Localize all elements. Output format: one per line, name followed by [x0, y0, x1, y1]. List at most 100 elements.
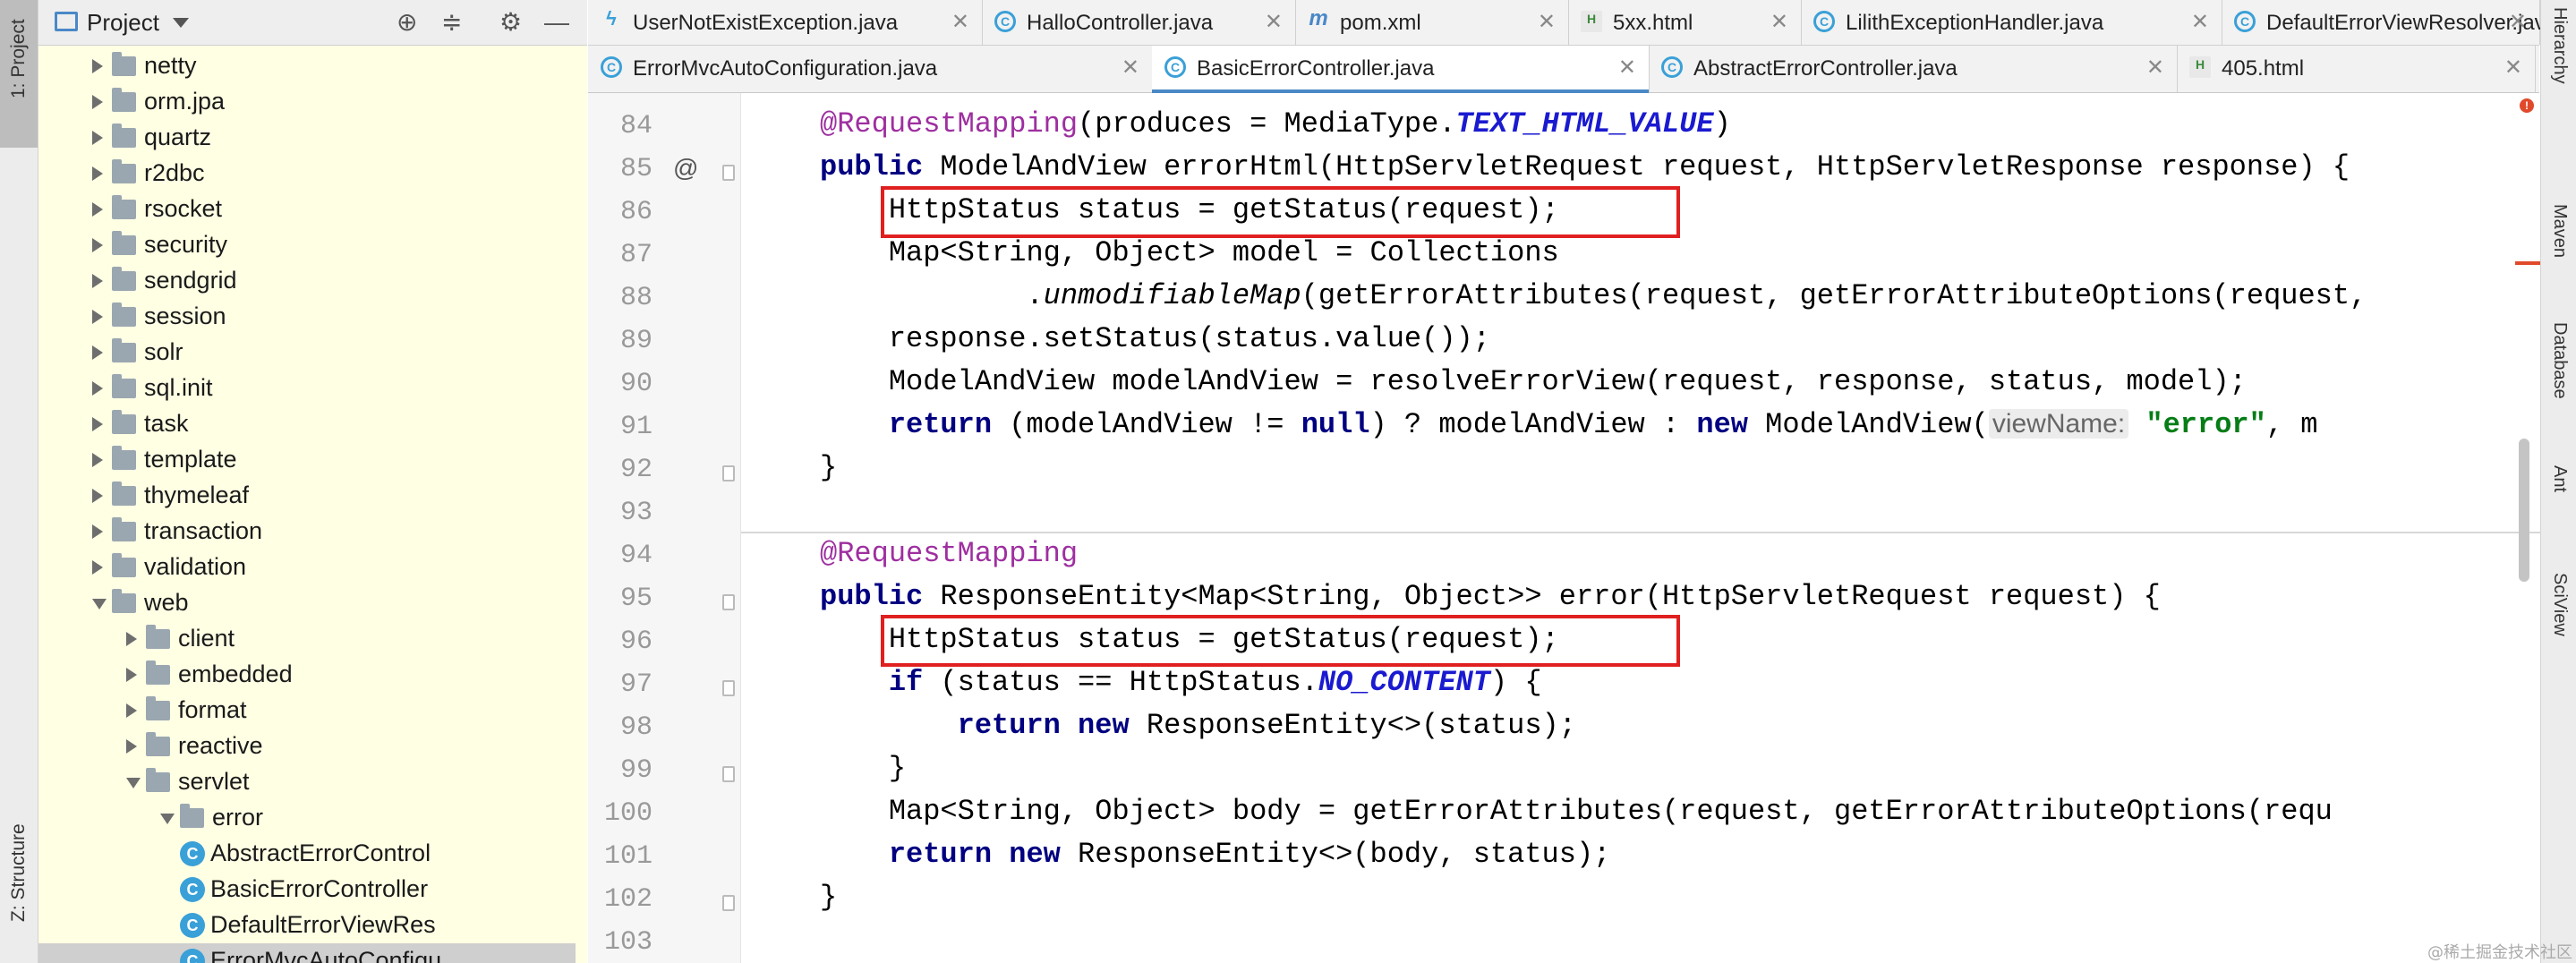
code-line[interactable]: public ResponseEntity<Map<String, Object… [820, 580, 2161, 613]
chevron-right-icon[interactable] [92, 95, 103, 109]
tree-item-r2dbc[interactable]: r2dbc [38, 156, 576, 192]
chevron-right-icon[interactable] [126, 668, 137, 682]
chevron-right-icon[interactable] [92, 59, 103, 73]
chevron-down-icon[interactable] [92, 599, 107, 609]
code-line[interactable]: return new ResponseEntity<>(status); [820, 709, 1576, 742]
line-number[interactable]: 93 [588, 498, 653, 528]
code-line[interactable]: return new ResponseEntity<>(body, status… [820, 838, 1611, 871]
tree-item-sql-init[interactable]: sql.init [38, 371, 576, 406]
code-line[interactable]: Map<String, Object> model = Collections [820, 236, 1559, 269]
line-number[interactable]: 100 [588, 798, 653, 829]
fold-marker-icon[interactable] [722, 895, 735, 911]
line-number[interactable]: 90 [588, 369, 653, 399]
line-number[interactable]: 103 [588, 927, 653, 958]
code-line[interactable]: ModelAndView modelAndView = resolveError… [820, 365, 2247, 398]
line-number[interactable]: 91 [588, 412, 653, 442]
chevron-down-icon[interactable] [173, 18, 189, 28]
tree-item-thymeleaf[interactable]: thymeleaf [38, 478, 576, 514]
close-icon[interactable]: ✕ [2504, 55, 2522, 81]
hide-panel-icon[interactable]: — [544, 9, 569, 36]
close-icon[interactable]: ✕ [1618, 55, 1636, 81]
line-number[interactable]: 95 [588, 584, 653, 614]
tree-item-netty[interactable]: netty [38, 48, 576, 84]
chevron-right-icon[interactable] [92, 274, 103, 288]
tree-item-sendgrid[interactable]: sendgrid [38, 263, 576, 299]
tool-window-sciview[interactable]: SciView [2549, 573, 2570, 636]
locate-icon[interactable]: ⊕ [397, 9, 417, 36]
code-line[interactable]: if (status == HttpStatus.NO_CONTENT) { [820, 666, 1542, 699]
line-number[interactable]: 86 [588, 197, 653, 227]
chevron-right-icon[interactable] [92, 202, 103, 217]
code-line[interactable]: } [820, 752, 906, 785]
fold-marker-icon[interactable] [722, 465, 735, 482]
code-line[interactable]: } [820, 451, 837, 484]
chevron-right-icon[interactable] [92, 381, 103, 396]
chevron-right-icon[interactable] [92, 489, 103, 503]
chevron-right-icon[interactable] [126, 739, 137, 754]
structure-tool-button[interactable]: Z: Structure [8, 823, 30, 922]
close-icon[interactable]: ✕ [2509, 9, 2527, 35]
code-line[interactable]: } [820, 881, 837, 914]
tree-item-client[interactable]: client [38, 621, 576, 657]
tree-item-quartz[interactable]: quartz [38, 120, 576, 156]
line-number[interactable]: 89 [588, 326, 653, 356]
chevron-right-icon[interactable] [92, 453, 103, 467]
tree-item-reactive[interactable]: reactive [38, 729, 576, 764]
tree-item-web[interactable]: web [38, 585, 576, 621]
tool-window-ant[interactable]: Ant [2549, 465, 2570, 492]
tree-item-embedded[interactable]: embedded [38, 657, 576, 693]
line-number[interactable]: 87 [588, 240, 653, 270]
chevron-right-icon[interactable] [92, 345, 103, 360]
tree-item-template[interactable]: template [38, 442, 576, 478]
chevron-down-icon[interactable] [126, 778, 141, 788]
line-number[interactable]: 96 [588, 626, 653, 657]
project-panel-title[interactable]: Project [87, 9, 159, 37]
close-icon[interactable]: ✕ [2191, 9, 2209, 35]
code-line[interactable]: @RequestMapping [820, 537, 1078, 570]
line-number[interactable]: 99 [588, 755, 653, 786]
line-number[interactable]: 94 [588, 541, 653, 571]
line-number[interactable]: 102 [588, 884, 653, 915]
tree-item-abstracterrorcontrol[interactable]: C AbstractErrorControl [38, 836, 576, 872]
chevron-right-icon[interactable] [92, 417, 103, 431]
tab-405-html[interactable]: H 405.html ✕ [2177, 46, 2536, 92]
chevron-down-icon[interactable] [160, 814, 175, 824]
chevron-right-icon[interactable] [126, 632, 137, 646]
tree-item-format[interactable]: format [38, 693, 576, 729]
fold-marker-icon[interactable] [722, 680, 735, 696]
tree-item-solr[interactable]: solr [38, 335, 576, 371]
tree-item-security[interactable]: security [38, 227, 576, 263]
tab-errormvcautoconfiguration-java[interactable]: C ErrorMvcAutoConfiguration.java ✕ [588, 46, 1153, 92]
tab-5xx-html[interactable]: H 5xx.html ✕ [1568, 0, 1802, 45]
fold-marker-icon[interactable] [722, 165, 735, 181]
chevron-right-icon[interactable] [92, 131, 103, 145]
tab-hallocontroller-java[interactable]: C HalloController.java ✕ [982, 0, 1296, 45]
line-number[interactable]: 85 [588, 154, 653, 184]
project-tool-button[interactable]: 1: Project [0, 0, 38, 148]
line-number[interactable]: 98 [588, 712, 653, 743]
override-at-icon[interactable]: @ [673, 154, 698, 183]
tree-item-task[interactable]: task [38, 406, 576, 442]
close-icon[interactable]: ✕ [1265, 9, 1283, 35]
tool-window-database[interactable]: Database [2549, 322, 2570, 399]
tab-abstracterrorcontroller-java[interactable]: C AbstractErrorController.java ✕ [1649, 46, 2178, 92]
error-stripe-mark[interactable] [2515, 261, 2540, 265]
tree-item-rsocket[interactable]: rsocket [38, 192, 576, 227]
line-number[interactable]: 101 [588, 841, 653, 872]
tree-item-orm-jpa[interactable]: orm.jpa [38, 84, 576, 120]
code-line[interactable]: return (modelAndView != null) ? modelAnd… [820, 408, 2318, 441]
code-line[interactable]: public ModelAndView errorHtml(HttpServle… [820, 150, 2350, 183]
chevron-right-icon[interactable] [92, 238, 103, 252]
tree-item-validation[interactable]: validation [38, 550, 576, 585]
gear-icon[interactable]: ⚙ [499, 9, 522, 36]
close-icon[interactable]: ✕ [951, 9, 969, 35]
chevron-right-icon[interactable] [92, 560, 103, 575]
fold-marker-icon[interactable] [722, 594, 735, 610]
tree-item-defaulterrorviewres[interactable]: C DefaultErrorViewRes [38, 908, 576, 943]
chevron-right-icon[interactable] [92, 310, 103, 324]
close-icon[interactable]: ✕ [2146, 55, 2164, 81]
editor-scrollbar[interactable] [2519, 439, 2529, 582]
line-number[interactable]: 84 [588, 111, 653, 141]
error-indicator-icon[interactable]: ! [2520, 98, 2534, 113]
tree-item-errormvcautoconfigu[interactable]: C ErrorMvcAutoConfigu [38, 943, 576, 963]
